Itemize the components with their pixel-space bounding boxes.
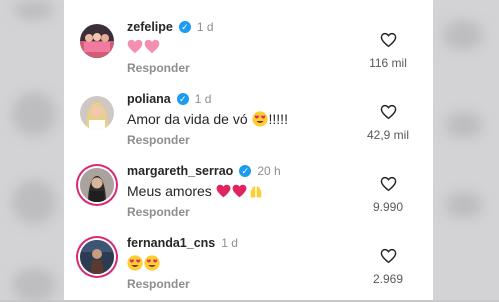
- pink-heart-icon: [144, 39, 160, 54]
- avatar[interactable]: [80, 24, 114, 58]
- raising-hands-emoji-icon: [250, 185, 261, 197]
- avatar[interactable]: [80, 96, 114, 130]
- heart-eyes-emoji-icon: [127, 255, 143, 271]
- like-count: 2.969: [372, 272, 404, 286]
- verified-badge-icon: ✓: [178, 21, 191, 33]
- heart-outline-icon[interactable]: [380, 248, 397, 264]
- comment-text: [127, 39, 161, 54]
- heart-eyes-emoji-icon: [251, 111, 268, 127]
- comment-time: 1 d: [221, 236, 238, 250]
- verified-badge-icon: ✓: [239, 165, 252, 177]
- like-control: 42,9 mil: [363, 104, 413, 142]
- comment-text-body: Meus amores: [127, 183, 212, 199]
- comment-text: Amor da vida de vó !!!!!: [127, 111, 288, 127]
- red-heart-icon: [232, 184, 247, 198]
- red-heart-icon: [216, 184, 231, 198]
- username[interactable]: margareth_serrao: [127, 164, 233, 178]
- username[interactable]: poliana: [127, 92, 171, 106]
- comment-time: 1 d: [196, 20, 214, 34]
- reply-button[interactable]: Responder: [127, 61, 190, 75]
- avatar[interactable]: [80, 240, 114, 274]
- comment-text-body: Amor da vida de vó: [127, 111, 248, 127]
- comment-text-suffix: !!!!!: [268, 111, 288, 127]
- like-count: 42,9 mil: [366, 128, 410, 142]
- comment-text: [127, 255, 161, 271]
- like-control: 9.990: [363, 176, 413, 214]
- comment-text: Meus amores: [127, 183, 265, 199]
- comment-item: margareth_serrao ✓ 20 h Meus amores Resp…: [64, 164, 433, 236]
- reply-button[interactable]: Responder: [127, 133, 190, 147]
- comment-time: 20 h: [257, 164, 281, 178]
- background-right: [433, 0, 499, 300]
- verified-badge-icon: ✓: [176, 93, 189, 105]
- like-control: 2.969: [363, 248, 413, 286]
- like-control: 116 mil: [363, 32, 413, 70]
- like-count: 9.990: [372, 200, 404, 214]
- like-count: 116 mil: [369, 56, 407, 70]
- comment-time: 1 d: [194, 92, 212, 106]
- reply-button[interactable]: Responder: [127, 277, 190, 291]
- pink-heart-icon: [127, 39, 143, 54]
- avatar[interactable]: [80, 168, 114, 202]
- heart-outline-icon[interactable]: [380, 32, 397, 48]
- username[interactable]: zefelipe: [127, 20, 173, 34]
- heart-eyes-emoji-icon: [144, 255, 160, 271]
- comment-item: zefelipe ✓ 1 d Responder 116 mil: [64, 20, 433, 92]
- comment-item: poliana ✓ 1 d Amor da vida de vó !!!!! R…: [64, 92, 433, 164]
- reply-button[interactable]: Responder: [127, 205, 190, 219]
- heart-outline-icon[interactable]: [380, 104, 397, 120]
- comments-panel: zefelipe ✓ 1 d Responder 116 mil poliana…: [64, 0, 433, 300]
- comment-item: fernanda1_cns 1 d Responder 2.969: [64, 236, 433, 300]
- username[interactable]: fernanda1_cns: [127, 236, 215, 250]
- heart-outline-icon[interactable]: [380, 176, 397, 192]
- background-left: [0, 0, 64, 302]
